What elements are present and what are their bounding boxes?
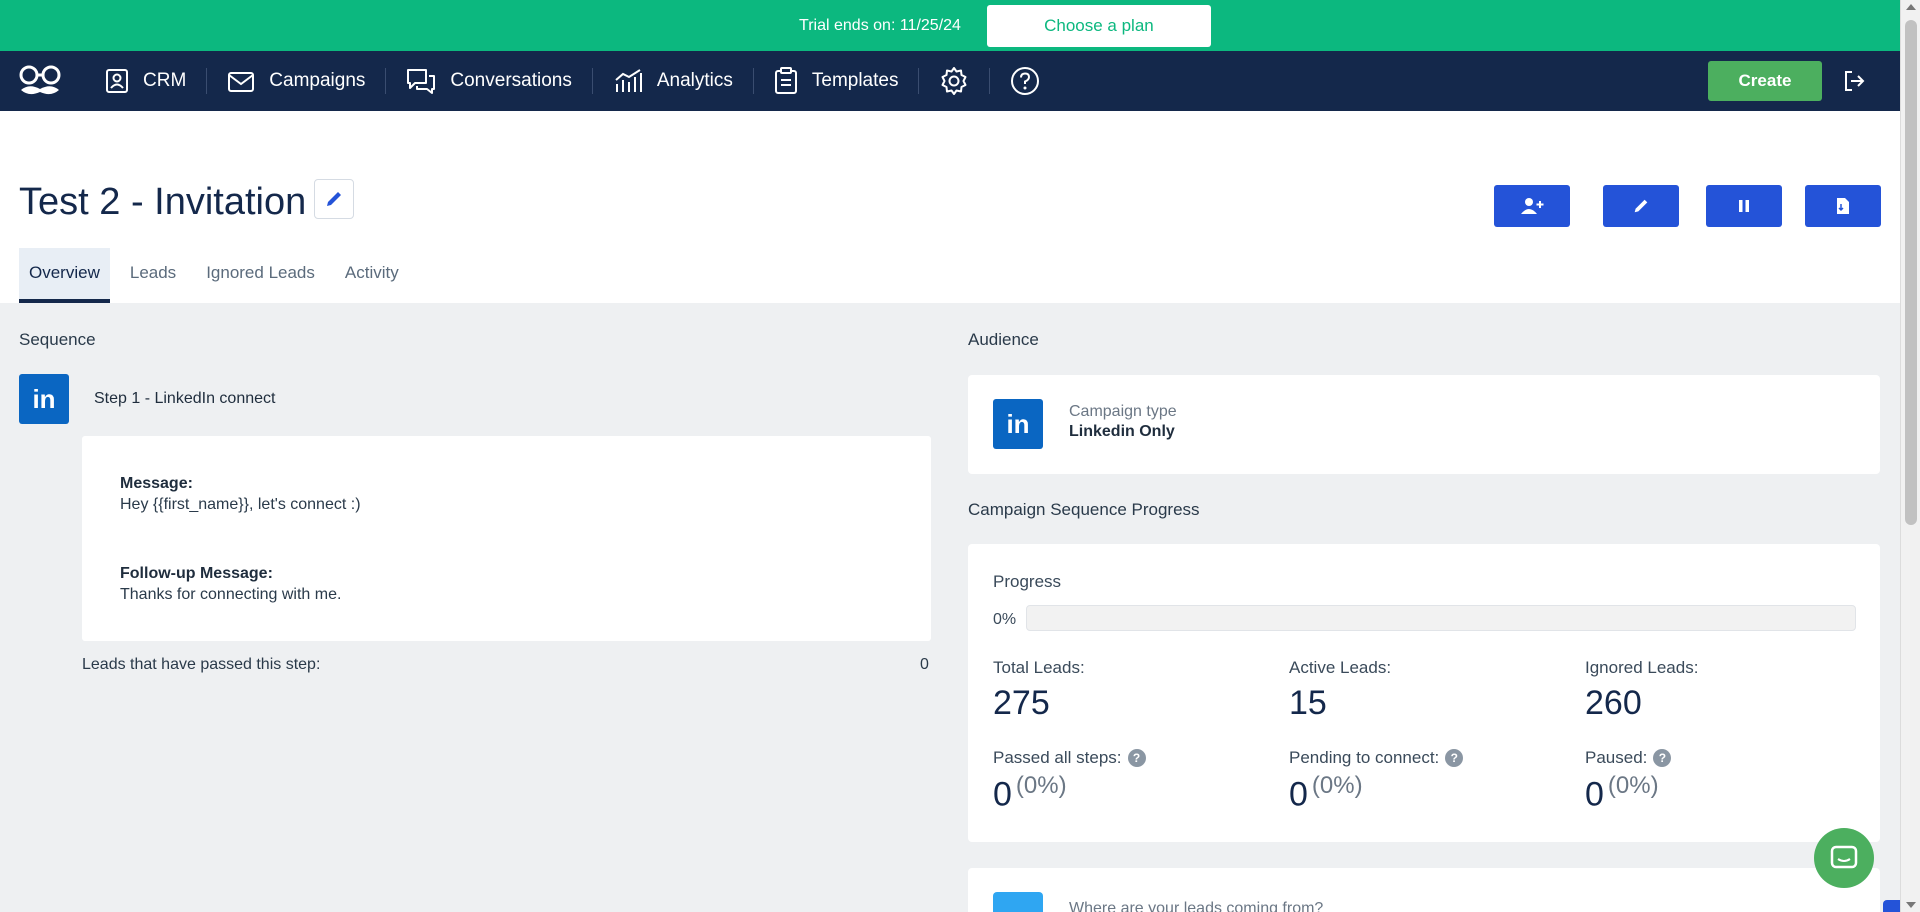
paused-stat: Paused: ? 0 (0%) [1585, 748, 1672, 814]
create-button[interactable]: Create [1708, 61, 1822, 101]
help-icon[interactable]: ? [1653, 749, 1672, 767]
paused-label: Paused: [1585, 748, 1648, 767]
progress-heading: Campaign Sequence Progress [968, 500, 1200, 519]
campaigns-icon [228, 72, 255, 92]
help-icon[interactable]: ? [1445, 749, 1464, 767]
passed-all-value: 0 [993, 775, 1012, 814]
nav-campaigns[interactable]: Campaigns [207, 51, 385, 111]
followup-text: Thanks for connecting with me. [120, 586, 342, 603]
message-label: Message: [120, 475, 193, 492]
file-icon [1837, 198, 1849, 214]
trial-banner: Trial ends on: 11/25/24 Choose a plan [0, 0, 1900, 51]
logo-icon[interactable] [17, 61, 63, 101]
choose-plan-button[interactable]: Choose a plan [986, 4, 1211, 47]
help-button[interactable] [990, 51, 1060, 111]
edit-campaign-button[interactable] [1603, 185, 1679, 227]
campaign-header: Test 2 - Invitation Overview Leads Ignor… [0, 111, 1900, 303]
page-scrollbar[interactable] [1900, 0, 1920, 912]
nav-templates[interactable]: Templates [754, 51, 919, 111]
templates-icon [774, 67, 797, 94]
nav-templates-label: Templates [811, 70, 899, 91]
lead-sources-card: Where are your leads coming from? [968, 868, 1920, 912]
pending-connect-percent: (0%) [1311, 772, 1363, 799]
analytics-icon [615, 69, 642, 92]
campaign-type-value: Linkedin Only [1069, 423, 1175, 440]
ignored-leads-stat: Ignored Leads: 260 [1585, 658, 1698, 723]
pending-connect-label: Pending to connect: [1289, 748, 1440, 767]
conversations-icon [407, 69, 436, 94]
nav-campaigns-label: Campaigns [269, 70, 366, 91]
pending-connect-value: 0 [1289, 775, 1308, 814]
tab-ignored-leads[interactable]: Ignored Leads [196, 248, 325, 303]
followup-label: Follow-up Message: [120, 565, 273, 582]
ignored-leads-value: 260 [1585, 684, 1642, 722]
campaign-type-label: Campaign type [1069, 403, 1177, 420]
scroll-thumb[interactable] [1905, 20, 1917, 525]
passed-all-percent: (0%) [1015, 772, 1067, 799]
message-text: Hey {{first_name}}, let's connect :) [120, 496, 361, 513]
sequence-heading: Sequence [19, 330, 96, 349]
passed-all-stat: Passed all steps: ? 0 (0%) [993, 748, 1146, 814]
progress-label: Progress [993, 572, 1062, 591]
step-title: Step 1 - LinkedIn connect [94, 390, 276, 407]
campaign-type-card: in Campaign type Linkedin Only [968, 375, 1880, 474]
crm-icon [106, 69, 128, 93]
edit-title-button[interactable] [314, 179, 354, 219]
passed-all-label: Passed all steps: [993, 748, 1122, 767]
step-message-card: Message: Hey {{first_name}}, let's conne… [82, 436, 931, 641]
total-leads-stat: Total Leads: 275 [993, 658, 1085, 723]
scroll-down-icon[interactable] [1906, 902, 1916, 908]
linkedin-icon: in [19, 374, 69, 424]
nav-analytics-label: Analytics [656, 70, 733, 91]
trial-end-text: Trial ends on: 11/25/24 [799, 16, 961, 34]
active-leads-stat: Active Leads: 15 [1289, 658, 1391, 723]
nav-analytics[interactable]: Analytics [593, 51, 753, 111]
active-leads-label: Active Leads: [1289, 658, 1392, 677]
ignored-leads-label: Ignored Leads: [1585, 658, 1699, 677]
paused-value: 0 [1585, 775, 1604, 814]
nav-crm[interactable]: CRM [85, 51, 206, 111]
scroll-up-icon[interactable] [1906, 4, 1916, 10]
progress-percent: 0% [993, 611, 1017, 628]
export-campaign-button[interactable] [1805, 185, 1881, 227]
gear-icon [941, 67, 967, 95]
active-leads-value: 15 [1289, 684, 1327, 722]
settings-button[interactable] [919, 51, 989, 111]
page-title: Test 2 - Invitation [19, 181, 307, 223]
pencil-icon [1634, 199, 1648, 213]
total-leads-value: 275 [993, 684, 1050, 722]
nav-conversations-label: Conversations [450, 70, 572, 91]
tab-overview[interactable]: Overview [19, 248, 110, 303]
linkedin-icon: in [993, 399, 1043, 449]
nav-conversations[interactable]: Conversations [386, 51, 591, 111]
nav-crm-label: CRM [143, 70, 187, 91]
total-leads-label: Total Leads: [993, 658, 1085, 677]
progress-card: Progress 0% Total Leads: 275 Active Lead… [968, 544, 1880, 842]
progress-bar [1026, 605, 1856, 631]
chat-icon [1830, 845, 1858, 869]
sources-icon [993, 892, 1043, 912]
passed-step-label: Leads that have passed this step: [82, 656, 321, 673]
pause-campaign-button[interactable] [1706, 185, 1782, 227]
help-icon [1011, 67, 1040, 95]
add-user-icon [1521, 198, 1544, 214]
pencil-icon [327, 192, 341, 206]
passed-step-value: 0 [920, 656, 929, 673]
pause-icon [1739, 200, 1749, 212]
paused-percent: (0%) [1607, 772, 1659, 799]
audience-heading: Audience [968, 330, 1039, 349]
lead-sources-question: Where are your leads coming from? [1069, 900, 1324, 912]
help-icon[interactable]: ? [1127, 749, 1146, 767]
tab-leads[interactable]: Leads [120, 248, 186, 303]
chat-widget-button[interactable] [1814, 828, 1874, 888]
campaign-tabs: Overview Leads Ignored Leads Activity [19, 248, 419, 303]
logout-icon[interactable] [1842, 69, 1866, 98]
add-leads-button[interactable] [1494, 185, 1570, 227]
tab-activity[interactable]: Activity [335, 248, 409, 303]
pending-connect-stat: Pending to connect: ? 0 (0%) [1289, 748, 1464, 814]
top-navigation: CRM Campaigns Conversations Analytics Te… [0, 51, 1900, 111]
